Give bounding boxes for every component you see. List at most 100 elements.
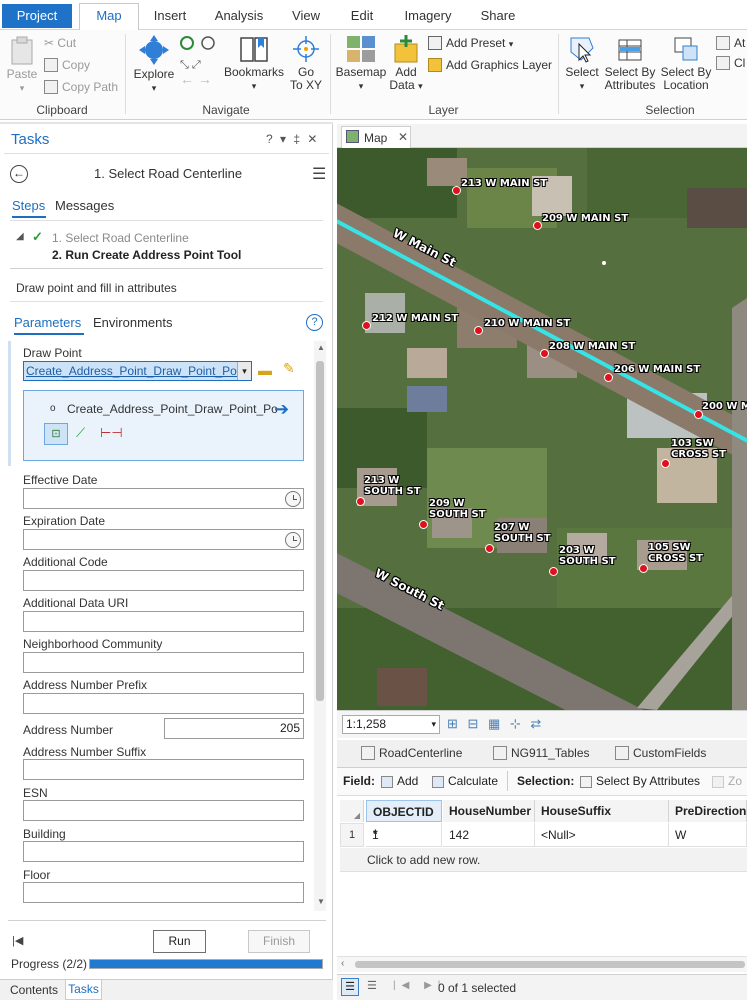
step-2[interactable]: 2. Run Create Address Point Tool [52, 248, 241, 262]
basemap-button[interactable]: Basemap ▾ [334, 34, 388, 93]
step-1[interactable]: 1. Select Road Centerline [52, 231, 189, 245]
additional-code-field[interactable] [23, 570, 304, 591]
table-cell[interactable]: 142 [443, 823, 535, 847]
tab-parameters[interactable]: Parameters [14, 315, 81, 330]
scrollbar-thumb[interactable] [316, 361, 324, 701]
tab-edit[interactable]: Edit [342, 4, 382, 30]
explore-button[interactable]: Explore ▾ [132, 34, 176, 95]
show-all-records-icon[interactable]: ☰ [341, 978, 359, 996]
tab-environments[interactable]: Environments [93, 315, 172, 330]
calculate-button[interactable]: Calculate [432, 774, 498, 788]
close-icon[interactable]: ✕ [398, 130, 408, 144]
measure-tool-icon[interactable]: ⊢⊣ [100, 425, 123, 441]
navigate-small-tools[interactable]: ⤡ ⤢ ← → [178, 34, 220, 88]
add-field-button[interactable]: Add [381, 774, 418, 788]
add-preset-button[interactable]: Add Preset ▾ [428, 34, 513, 52]
folder-icon[interactable]: ▬ [258, 362, 272, 378]
scrollbar[interactable]: ▲ ▼ [314, 341, 326, 911]
scrollbar-thumb[interactable] [355, 961, 745, 968]
back-arrow-icon[interactable]: ← [10, 165, 28, 183]
address-number-suffix-field[interactable] [23, 759, 304, 780]
address-point[interactable] [549, 567, 558, 576]
column-header-predirection[interactable]: PreDirection [669, 800, 747, 822]
tab-road-centerline[interactable]: RoadCenterline [361, 746, 462, 760]
esn-field[interactable] [23, 800, 304, 821]
add-graphics-layer-button[interactable]: Add Graphics Layer [428, 56, 552, 74]
tab-insert[interactable]: Insert [142, 4, 198, 30]
go-to-xy-button[interactable]: Go To XY [286, 34, 326, 92]
tab-messages[interactable]: Messages [55, 198, 114, 213]
tab-ng911-tables[interactable]: NG911_Tables [493, 746, 590, 760]
column-header-housenumber[interactable]: HouseNumber [443, 800, 535, 822]
finish-button[interactable]: Finish [248, 930, 310, 953]
paste-button[interactable]: Paste ▾ [4, 36, 40, 95]
menu-icon[interactable]: ☰ [312, 164, 326, 184]
tab-steps[interactable]: Steps [12, 198, 45, 213]
column-header-housesuffix[interactable]: HouseSuffix [535, 800, 669, 822]
zoom-to-button[interactable]: Zo [712, 774, 742, 788]
tab-analysis[interactable]: Analysis [208, 4, 270, 30]
pencil-icon[interactable]: ✎ [283, 360, 295, 377]
column-header-objectid[interactable]: OBJECTID * [366, 800, 442, 841]
map-tab[interactable]: Map ✕ [341, 126, 411, 148]
row-header[interactable]: 1 [340, 823, 364, 847]
select-by-location-button[interactable]: Select By Location [660, 34, 712, 92]
add-row-prompt[interactable]: Click to add new row. [340, 848, 747, 872]
address-point[interactable] [533, 221, 542, 230]
address-point[interactable] [661, 459, 670, 468]
tab-tasks[interactable]: Tasks [65, 980, 102, 1000]
additional-data-uri-field[interactable] [23, 611, 304, 632]
select-button[interactable]: Select ▾ [562, 34, 602, 93]
address-point[interactable] [362, 321, 371, 330]
tab-contents[interactable]: Contents [4, 981, 64, 1000]
clock-icon[interactable] [285, 491, 301, 507]
table-cell[interactable]: W [669, 823, 747, 847]
collapse-triangle-icon[interactable]: ◢ [16, 231, 24, 242]
address-point[interactable] [419, 520, 428, 529]
scale-select[interactable]: 1:1,258 ▾ [342, 715, 440, 734]
neighborhood-community-field[interactable] [23, 652, 304, 673]
add-data-button[interactable]: Add Data ▾ [388, 34, 424, 93]
line-tool-icon[interactable]: ⟋ [76, 425, 85, 441]
arrow-right-icon[interactable]: ➔ [274, 399, 289, 420]
tab-custom-fields[interactable]: CustomFields [615, 746, 706, 760]
effective-date-field[interactable] [23, 488, 304, 509]
help-icon[interactable]: ? [306, 314, 323, 331]
draw-point-select[interactable]: Create_Address_Point_Draw_Point_Point ▾ [23, 361, 252, 381]
address-point[interactable] [356, 497, 365, 506]
scroll-down-icon[interactable]: ▼ [317, 897, 325, 906]
select-by-attributes-button[interactable]: Select By Attributes [602, 34, 658, 92]
tab-imagery[interactable]: Imagery [397, 4, 459, 30]
horizontal-scrollbar[interactable]: ‹ [337, 956, 747, 972]
tab-view[interactable]: View [282, 4, 330, 30]
copy-path-button[interactable]: Copy Path [44, 78, 118, 96]
scroll-left-icon[interactable]: ‹ [341, 958, 344, 969]
run-button[interactable]: Run [153, 930, 206, 953]
scroll-up-icon[interactable]: ▲ [317, 343, 325, 352]
table-cell[interactable]: 1 [366, 823, 442, 847]
tab-project[interactable]: Project [2, 4, 72, 28]
map-view[interactable]: 213 W MAIN ST 209 W MAIN ST 212 W MAIN S… [337, 148, 747, 710]
point-tool-icon[interactable]: ⊡ [44, 423, 68, 445]
attributes-button[interactable]: At [716, 34, 745, 52]
address-point[interactable] [452, 186, 461, 195]
address-number-prefix-field[interactable] [23, 693, 304, 714]
cut-button[interactable]: ✂ Cut [44, 34, 76, 52]
clear-button[interactable]: Cl [716, 54, 745, 72]
chevron-down-icon[interactable]: ▾ [237, 362, 251, 380]
copy-button[interactable]: Copy [44, 56, 90, 74]
table-cell[interactable]: <Null> [535, 823, 669, 847]
clock-icon[interactable] [285, 532, 301, 548]
address-point[interactable] [604, 373, 613, 382]
tab-share[interactable]: Share [472, 4, 524, 30]
address-point[interactable] [540, 349, 549, 358]
tab-map[interactable]: Map [79, 3, 139, 31]
bookmarks-button[interactable]: Bookmarks ▾ [222, 34, 286, 93]
address-point[interactable] [474, 326, 483, 335]
address-point[interactable] [485, 544, 494, 553]
address-number-field[interactable]: 205 [164, 718, 304, 739]
pane-controls[interactable]: ? ▾ ‡ ✕ [266, 132, 319, 146]
address-point[interactable] [639, 564, 648, 573]
first-step-icon[interactable]: |◀ [12, 934, 23, 947]
building-field[interactable] [23, 841, 304, 862]
